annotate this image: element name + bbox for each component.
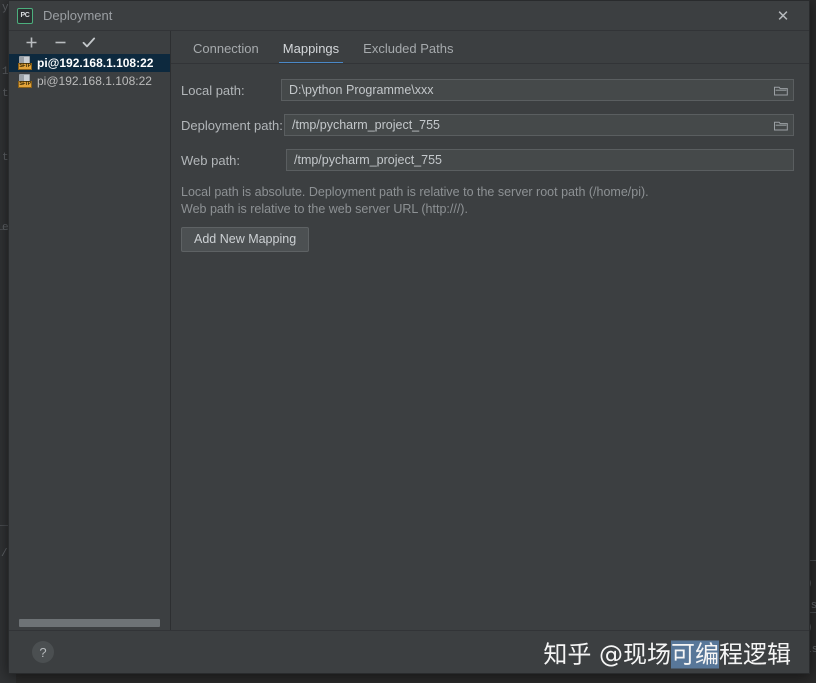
deployment-path-row: Deployment path: /tmp/pycharm_project_75… xyxy=(171,114,809,136)
sftp-icon: SFTP xyxy=(18,56,32,70)
tab-excluded-paths[interactable]: Excluded Paths xyxy=(351,41,465,64)
help-line-2: Web path is relative to the web server U… xyxy=(181,201,809,218)
watermark: 知乎 @现场可编程逻辑 xyxy=(543,635,791,670)
sftp-icon: SFTP xyxy=(18,74,32,88)
pycharm-icon: PC xyxy=(17,8,33,24)
add-server-button[interactable] xyxy=(23,35,39,51)
server-list-hscroll-thumb[interactable] xyxy=(19,619,160,627)
local-path-browse-folder-icon[interactable] xyxy=(771,81,791,99)
watermark-highlight: 可编 xyxy=(671,641,719,669)
server-list-hscrollbar[interactable] xyxy=(9,616,170,630)
apply-server-button[interactable] xyxy=(81,35,97,51)
local-path-label: Local path: xyxy=(181,83,281,98)
tab-bar: ConnectionMappingsExcluded Paths xyxy=(171,31,809,64)
help-line-1: Local path is absolute. Deployment path … xyxy=(181,184,809,201)
local-path-row: Local path: D:\python Programme\xxx xyxy=(171,79,809,101)
server-list-item-label: pi@192.168.1.108:22 xyxy=(37,74,152,88)
tab-connection[interactable]: Connection xyxy=(181,41,271,64)
web-path-row: Web path: /tmp/pycharm_project_755 xyxy=(171,149,809,171)
mappings-help-text: Local path is absolute. Deployment path … xyxy=(171,184,809,218)
server-list-item[interactable]: SFTP pi@192.168.1.108:22 xyxy=(9,54,170,72)
deployment-path-value: /tmp/pycharm_project_755 xyxy=(285,118,440,132)
server-list-item[interactable]: SFTP pi@192.168.1.108:22 xyxy=(9,72,170,90)
server-pane: SFTP pi@192.168.1.108:22 SFTP pi@192.168.1.… xyxy=(9,31,171,630)
sftp-badge: SFTP xyxy=(18,63,32,70)
deployment-path-browse-folder-icon[interactable] xyxy=(771,116,791,134)
dialog-body: SFTP pi@192.168.1.108:22 SFTP pi@192.168.1.… xyxy=(9,30,809,630)
mappings-form: Local path: D:\python Programme\xxx Depl… xyxy=(171,64,809,252)
local-path-input[interactable]: D:\python Programme\xxx xyxy=(281,79,794,101)
help-button[interactable]: ? xyxy=(32,641,54,663)
tab-bar-underline xyxy=(171,63,809,64)
tab-mappings[interactable]: Mappings xyxy=(271,41,351,64)
dialog-titlebar: PC Deployment ✕ xyxy=(9,1,809,30)
settings-pane: ConnectionMappingsExcluded Paths Local p… xyxy=(171,31,809,630)
deployment-path-label: Deployment path: xyxy=(181,118,284,133)
remove-server-button[interactable] xyxy=(52,35,68,51)
server-toolbar xyxy=(9,31,170,54)
add-mapping-wrapper: Add New Mapping xyxy=(171,227,809,252)
dialog-title: Deployment xyxy=(43,8,112,23)
deployment-path-input[interactable]: /tmp/pycharm_project_755 xyxy=(284,114,794,136)
sftp-badge: SFTP xyxy=(18,81,32,88)
close-icon[interactable]: ✕ xyxy=(773,6,793,26)
dialog-footer: ? 知乎 @现场可编程逻辑 xyxy=(9,630,809,673)
local-path-value: D:\python Programme\xxx xyxy=(282,83,434,97)
server-list-item-label: pi@192.168.1.108:22 xyxy=(37,56,153,70)
web-path-value: /tmp/pycharm_project_755 xyxy=(287,153,442,167)
deployment-dialog: PC Deployment ✕ xyxy=(8,0,810,674)
add-new-mapping-button[interactable]: Add New Mapping xyxy=(181,227,309,252)
web-path-input[interactable]: /tmp/pycharm_project_755 xyxy=(286,149,794,171)
watermark-prefix: 知乎 @现场 xyxy=(543,641,671,669)
watermark-suffix: 程逻辑 xyxy=(719,641,791,669)
web-path-label: Web path: xyxy=(181,153,286,168)
server-list[interactable]: SFTP pi@192.168.1.108:22 SFTP pi@192.168.1.… xyxy=(9,54,170,630)
